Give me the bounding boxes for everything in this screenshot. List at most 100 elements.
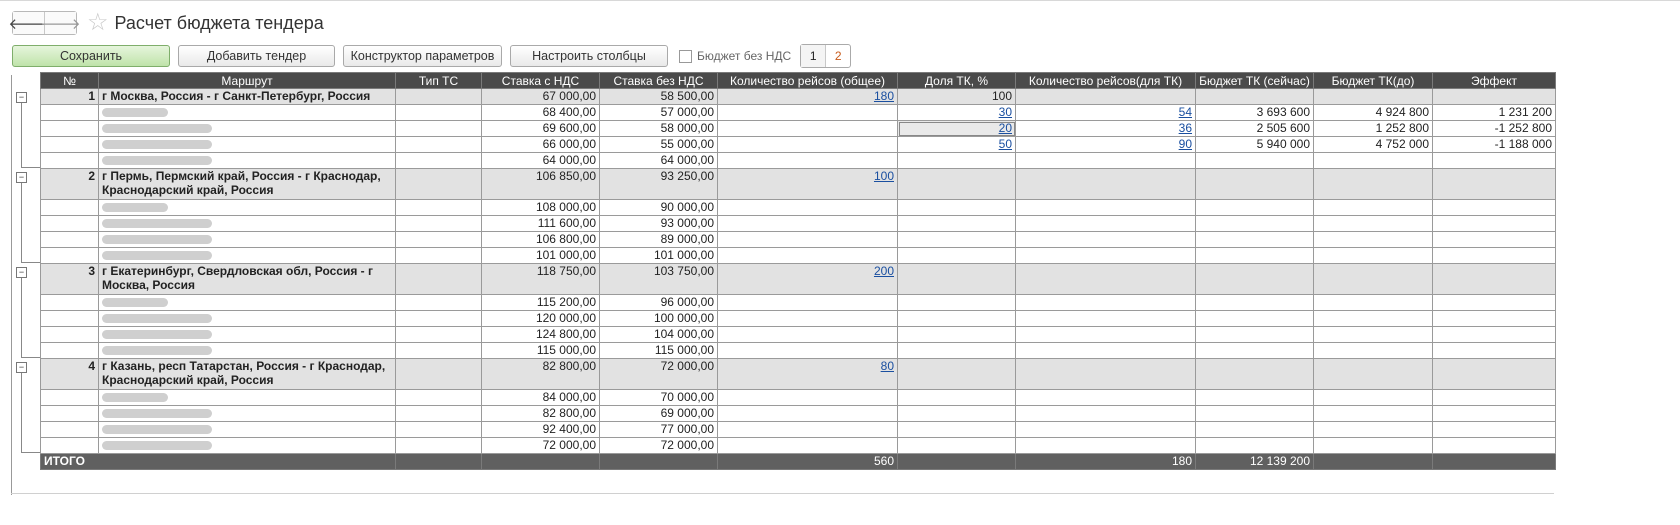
rate-vat-cell[interactable]: 120 000,00 xyxy=(481,310,600,327)
rate-no-vat-cell[interactable]: 100 000,00 xyxy=(599,310,718,327)
group-row[interactable]: 1 г Москва, Россия - г Санкт-Петербург, … xyxy=(40,88,1556,105)
vehicle-type-cell[interactable] xyxy=(395,88,482,105)
rate-vat-cell[interactable]: 106 800,00 xyxy=(481,231,600,248)
add-tender-button[interactable]: Добавить тендер xyxy=(178,45,335,67)
rate-no-vat-cell[interactable]: 57 000,00 xyxy=(599,104,718,121)
back-button[interactable]: 🡐 xyxy=(8,12,49,34)
rate-no-vat-cell[interactable]: 89 000,00 xyxy=(599,231,718,248)
rate-no-vat-cell[interactable]: 103 750,00 xyxy=(599,263,718,295)
table-row[interactable]: 66 000,00 55 000,00 50 90 5 940 000 4 75… xyxy=(40,136,1556,153)
rate-vat-cell[interactable]: 124 800,00 xyxy=(481,326,600,343)
route-cell[interactable]: г Пермь, Пермский край, Россия - г Красн… xyxy=(98,168,396,200)
rate-no-vat-cell[interactable]: 96 000,00 xyxy=(599,294,718,311)
table-row[interactable]: 84 000,00 70 000,00 xyxy=(40,389,1556,406)
trips-tk-link[interactable]: 54 xyxy=(1179,106,1192,120)
rate-vat-cell[interactable]: 106 850,00 xyxy=(481,168,600,200)
rate-vat-cell[interactable]: 92 400,00 xyxy=(481,421,600,438)
page-1-button[interactable]: 1 xyxy=(801,45,827,67)
rate-no-vat-cell[interactable]: 58 000,00 xyxy=(599,120,718,137)
star-icon[interactable]: ☆ xyxy=(87,11,109,35)
table-row[interactable]: 124 800,00 104 000,00 xyxy=(40,326,1556,343)
rate-no-vat-cell[interactable]: 72 000,00 xyxy=(599,437,718,454)
table-row[interactable]: 64 000,00 64 000,00 xyxy=(40,152,1556,169)
vehicle-type-cell[interactable] xyxy=(395,168,482,200)
rate-vat-cell[interactable]: 84 000,00 xyxy=(481,389,600,406)
col-effect[interactable]: Эффект xyxy=(1432,72,1556,89)
route-cell[interactable]: г Москва, Россия - г Санкт-Петербург, Ро… xyxy=(98,88,396,105)
trips-tk-link[interactable]: 36 xyxy=(1179,122,1192,136)
col-share[interactable]: Доля ТК, % xyxy=(897,72,1016,89)
col-route[interactable]: Маршрут xyxy=(98,72,396,89)
rate-no-vat-cell[interactable]: 115 000,00 xyxy=(599,342,718,359)
col-trips-tk[interactable]: Количество рейсов(для ТК) xyxy=(1015,72,1196,89)
rate-vat-cell[interactable]: 115 200,00 xyxy=(481,294,600,311)
col-budget-now[interactable]: Бюджет ТК (сейчас) xyxy=(1195,72,1314,89)
rate-vat-cell[interactable]: 64 000,00 xyxy=(481,152,600,169)
rate-no-vat-cell[interactable]: 104 000,00 xyxy=(599,326,718,343)
table-row[interactable]: 68 400,00 57 000,00 30 54 3 693 600 4 92… xyxy=(40,104,1556,121)
share-link[interactable]: 50 xyxy=(999,138,1012,152)
table-row[interactable]: 120 000,00 100 000,00 xyxy=(40,310,1556,327)
trips-total-link[interactable]: 180 xyxy=(874,90,894,104)
table-row[interactable]: 82 800,00 69 000,00 xyxy=(40,405,1556,422)
rate-vat-cell[interactable]: 67 000,00 xyxy=(481,88,600,105)
rate-vat-cell[interactable]: 111 600,00 xyxy=(481,215,600,232)
group-row[interactable]: 3 г Екатеринбург, Свердловская обл, Росс… xyxy=(40,263,1556,295)
collapse-group-icon[interactable]: − xyxy=(16,91,27,103)
group-row[interactable]: 2 г Пермь, Пермский край, Россия - г Кра… xyxy=(40,168,1556,200)
share-cell[interactable]: 100 xyxy=(897,88,1016,105)
rate-vat-cell[interactable]: 68 400,00 xyxy=(481,104,600,121)
col-trips-total[interactable]: Количество рейсов (общее) xyxy=(717,72,898,89)
save-button[interactable]: Сохранить xyxy=(12,45,170,67)
rate-no-vat-cell[interactable]: 93 000,00 xyxy=(599,215,718,232)
rate-vat-cell[interactable]: 69 600,00 xyxy=(481,120,600,137)
trips-total-link[interactable]: 200 xyxy=(874,265,894,279)
parameter-constructor-button[interactable]: Конструктор параметров xyxy=(343,45,502,67)
share-link[interactable]: 20 xyxy=(999,122,1012,136)
vehicle-type-cell[interactable] xyxy=(395,263,482,295)
col-rate-vat[interactable]: Ставка с НДС xyxy=(481,72,600,89)
route-cell[interactable]: г Екатеринбург, Свердловская обл, Россия… xyxy=(98,263,396,295)
rate-vat-cell[interactable]: 101 000,00 xyxy=(481,247,600,264)
vehicle-type-cell[interactable] xyxy=(395,358,482,390)
rate-vat-cell[interactable]: 72 000,00 xyxy=(481,437,600,454)
table-row[interactable]: 92 400,00 77 000,00 xyxy=(40,421,1556,438)
page-2-button[interactable]: 2 xyxy=(826,45,850,67)
table-row[interactable]: 115 000,00 115 000,00 xyxy=(40,342,1556,359)
collapse-group-icon[interactable]: − xyxy=(16,361,27,373)
configure-columns-button[interactable]: Настроить столбцы xyxy=(510,45,668,67)
budget-no-vat-checkbox[interactable]: Бюджет без НДС xyxy=(679,49,791,63)
rate-no-vat-cell[interactable]: 72 000,00 xyxy=(599,358,718,390)
rate-no-vat-cell[interactable]: 101 000,00 xyxy=(599,247,718,264)
table-row[interactable]: 111 600,00 93 000,00 xyxy=(40,215,1556,232)
trips-total-link[interactable]: 80 xyxy=(881,360,894,374)
collapse-group-icon[interactable]: − xyxy=(16,171,27,183)
rate-no-vat-cell[interactable]: 58 500,00 xyxy=(599,88,718,105)
table-row[interactable]: 72 000,00 72 000,00 xyxy=(40,437,1556,454)
table-row[interactable]: 101 000,00 101 000,00 xyxy=(40,247,1556,264)
col-number[interactable]: № xyxy=(40,72,99,89)
collapse-group-icon[interactable]: − xyxy=(16,266,27,278)
table-row[interactable]: 115 200,00 96 000,00 xyxy=(40,294,1556,311)
rate-no-vat-cell[interactable]: 69 000,00 xyxy=(599,405,718,422)
table-row[interactable]: 108 000,00 90 000,00 xyxy=(40,199,1556,216)
rate-no-vat-cell[interactable]: 70 000,00 xyxy=(599,389,718,406)
rate-vat-cell[interactable]: 118 750,00 xyxy=(481,263,600,295)
rate-vat-cell[interactable]: 108 000,00 xyxy=(481,199,600,216)
rate-no-vat-cell[interactable]: 55 000,00 xyxy=(599,136,718,153)
col-vehicle-type[interactable]: Тип ТС xyxy=(395,72,482,89)
col-rate-no-vat[interactable]: Ставка без НДС xyxy=(599,72,718,89)
rate-vat-cell[interactable]: 66 000,00 xyxy=(481,136,600,153)
trips-tk-link[interactable]: 90 xyxy=(1179,138,1192,152)
rate-no-vat-cell[interactable]: 77 000,00 xyxy=(599,421,718,438)
rate-no-vat-cell[interactable]: 64 000,00 xyxy=(599,152,718,169)
forward-button[interactable]: 🡒 xyxy=(40,12,81,34)
trips-total-link[interactable]: 100 xyxy=(874,170,894,184)
table-row[interactable]: 106 800,00 89 000,00 xyxy=(40,231,1556,248)
table-row[interactable]: 69 600,00 58 000,00 20 36 2 505 600 1 25… xyxy=(40,120,1556,137)
rate-no-vat-cell[interactable]: 90 000,00 xyxy=(599,199,718,216)
checkbox-box[interactable] xyxy=(679,49,692,63)
rate-vat-cell[interactable]: 82 800,00 xyxy=(481,358,600,390)
share-link[interactable]: 30 xyxy=(999,106,1012,120)
col-budget-before[interactable]: Бюджет ТК(до) xyxy=(1313,72,1433,89)
